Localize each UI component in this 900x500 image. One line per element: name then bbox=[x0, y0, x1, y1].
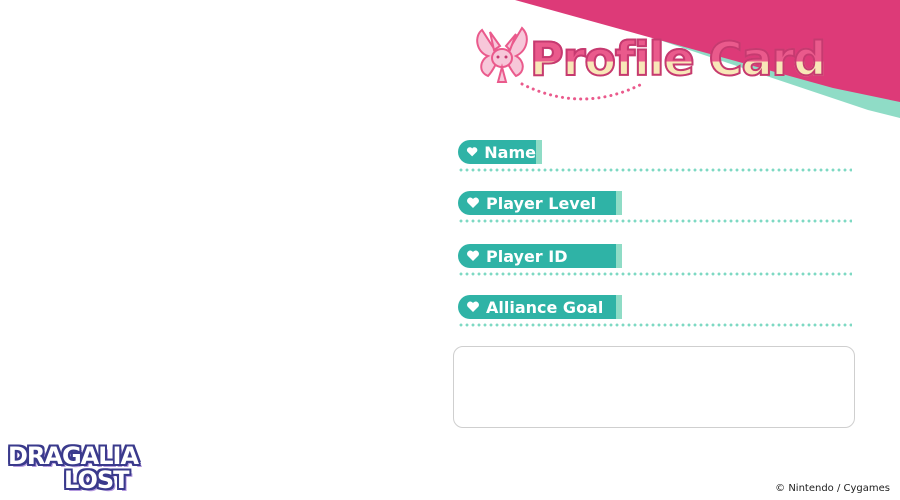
dragalia-lost-logo: DRAGALIA LOST bbox=[6, 444, 176, 496]
dotted-underline bbox=[458, 272, 852, 276]
field-label-pill: Alliance Goal bbox=[458, 295, 622, 319]
copyright-text: © Nintendo / Cygames bbox=[775, 483, 890, 494]
heart-icon bbox=[467, 301, 479, 312]
heart-icon bbox=[466, 147, 478, 157]
bead-chain-decoration bbox=[520, 82, 644, 101]
field-name[interactable]: Name bbox=[458, 140, 852, 174]
heart-icon bbox=[467, 250, 479, 261]
page-title: Profile Card bbox=[529, 32, 827, 86]
field-label-pill: Player ID bbox=[458, 244, 622, 268]
winged-creature-icon bbox=[476, 26, 528, 83]
field-alliance-goal[interactable]: Alliance Goal bbox=[458, 295, 852, 329]
dotted-underline bbox=[458, 168, 852, 172]
field-label: Alliance Goal bbox=[486, 297, 604, 317]
dotted-underline bbox=[458, 219, 852, 223]
field-label: Name bbox=[484, 142, 536, 162]
field-label: Player Level bbox=[486, 193, 597, 213]
field-label-pill: Player Level bbox=[458, 191, 622, 215]
field-player-level[interactable]: Player Level bbox=[458, 191, 852, 225]
profile-card-title-area: Profile Card bbox=[470, 22, 850, 112]
field-label-pill: Name bbox=[458, 140, 542, 164]
comment-box[interactable] bbox=[453, 346, 855, 428]
field-player-id[interactable]: Player ID bbox=[458, 244, 852, 278]
logo-line-1: DRAGALIA bbox=[8, 442, 139, 470]
heart-icon bbox=[467, 197, 479, 208]
logo-line-2: LOST bbox=[64, 466, 129, 494]
field-label: Player ID bbox=[486, 246, 568, 266]
dotted-underline bbox=[458, 323, 852, 327]
